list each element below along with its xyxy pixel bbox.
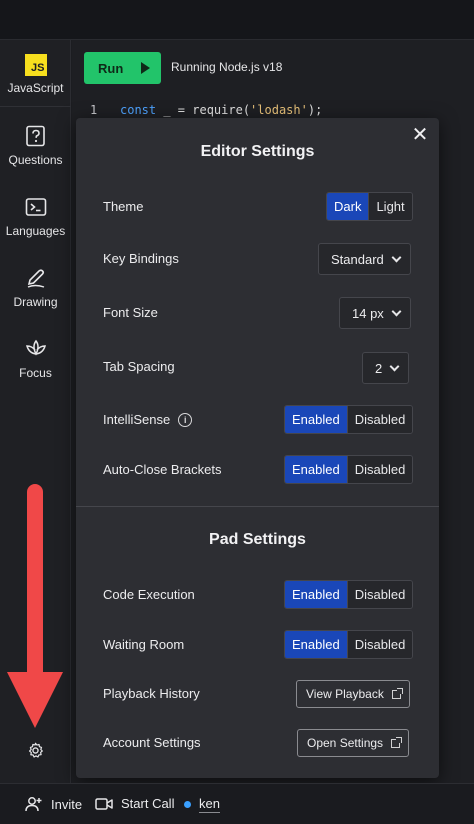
font-size-dropdown[interactable]: 14 px — [339, 297, 411, 329]
intellisense-label-row: IntelliSense i — [103, 412, 193, 427]
theme-light-option[interactable]: Light — [368, 193, 412, 220]
auto-close-toggle: Enabled Disabled — [284, 455, 414, 484]
sidebar-item-questions[interactable]: Questions — [0, 125, 71, 167]
terminal-icon — [25, 198, 46, 216]
tab-spacing-value: 2 — [375, 360, 383, 376]
start-call-button[interactable]: Start Call — [95, 796, 174, 811]
account-settings-label: Account Settings — [103, 735, 201, 750]
tab-spacing-dropdown[interactable]: 2 — [362, 352, 410, 384]
code-mid: _ = require( — [156, 103, 251, 117]
waiting-room-label: Waiting Room — [103, 637, 185, 652]
sidebar-item-label: JavaScript — [7, 81, 64, 95]
waiting-room-toggle: Enabled Disabled — [284, 630, 414, 659]
external-link-icon — [391, 736, 403, 748]
intellisense-label: IntelliSense — [103, 412, 171, 427]
sidebar-item-drawing[interactable]: Drawing — [0, 267, 71, 309]
sidebar-item-focus[interactable]: Focus — [0, 338, 71, 380]
close-icon[interactable]: ✕ — [411, 125, 429, 145]
section-divider — [76, 506, 439, 507]
auto-close-enabled-option[interactable]: Enabled — [285, 456, 347, 483]
online-status-dot — [184, 801, 191, 808]
auto-close-disabled-option[interactable]: Disabled — [346, 456, 413, 483]
gear-icon[interactable] — [27, 742, 44, 759]
chevron-down-icon — [391, 252, 402, 262]
open-settings-label: Open Settings — [307, 736, 384, 750]
current-user[interactable]: ken — [184, 796, 220, 813]
code-line[interactable]: 1 const _ = require('lodash'); — [72, 103, 474, 119]
start-call-label: Start Call — [121, 796, 175, 811]
pen-icon — [27, 269, 44, 288]
invite-label: Invite — [51, 796, 83, 812]
code-execution-label: Code Execution — [103, 587, 195, 602]
auto-close-label: Auto-Close Brackets — [103, 462, 222, 477]
key-bindings-value: Standard — [331, 251, 384, 267]
view-playback-label: View Playback — [306, 687, 384, 701]
waiting-room-enabled-option[interactable]: Enabled — [285, 631, 347, 658]
info-icon[interactable]: i — [178, 412, 193, 427]
line-number: 1 — [90, 103, 98, 117]
theme-label: Theme — [103, 199, 144, 214]
sidebar-divider — [0, 106, 71, 107]
tab-spacing-label: Tab Spacing — [103, 359, 175, 374]
intellisense-toggle: Enabled Disabled — [284, 405, 414, 434]
view-playback-button[interactable]: View Playback — [296, 680, 410, 708]
code-execution-enabled-option[interactable]: Enabled — [285, 581, 347, 608]
run-button[interactable]: Run — [84, 52, 161, 84]
key-bindings-label: Key Bindings — [103, 251, 179, 266]
invite-button[interactable]: Invite — [25, 796, 82, 812]
chevron-down-icon — [391, 306, 402, 316]
lotus-icon — [25, 339, 46, 356]
theme-toggle: Dark Light — [326, 192, 413, 221]
top-bar — [0, 0, 474, 40]
javascript-logo-icon: JS — [24, 54, 47, 76]
settings-modal: ✕ Editor Settings Theme Dark Light Key B… — [76, 118, 439, 778]
sidebar-item-label: Focus — [19, 366, 52, 380]
runtime-status: Running Node.js v18 — [171, 60, 283, 74]
code-text: const _ = require('lodash'); — [120, 103, 322, 117]
intellisense-disabled-option[interactable]: Disabled — [346, 406, 413, 433]
code-execution-disabled-option[interactable]: Disabled — [346, 581, 413, 608]
annotation-arrow-shaft — [27, 484, 43, 694]
play-icon — [141, 62, 151, 74]
question-icon — [25, 125, 45, 147]
run-button-label: Run — [98, 60, 124, 76]
code-keyword: const — [120, 103, 157, 117]
waiting-room-disabled-option[interactable]: Disabled — [346, 631, 413, 658]
editor-settings-title: Editor Settings — [200, 143, 315, 160]
key-bindings-dropdown[interactable]: Standard — [318, 243, 411, 275]
sidebar-item-label: Languages — [5, 224, 66, 238]
annotation-arrow-head — [7, 672, 63, 728]
intellisense-enabled-option[interactable]: Enabled — [285, 406, 347, 433]
user-name: ken — [199, 796, 220, 813]
font-size-value: 14 px — [352, 305, 384, 321]
video-camera-icon — [95, 797, 113, 810]
sidebar-item-label: Drawing — [13, 295, 58, 309]
font-size-label: Font Size — [103, 305, 158, 320]
playback-history-label: Playback History — [103, 686, 200, 701]
add-user-icon — [25, 797, 42, 812]
sidebar-item-label: Questions — [8, 153, 63, 167]
code-execution-toggle: Enabled Disabled — [284, 580, 414, 609]
open-settings-button[interactable]: Open Settings — [297, 729, 410, 757]
pad-settings-title: Pad Settings — [209, 531, 306, 548]
chevron-down-icon — [389, 361, 400, 371]
code-end: ); — [307, 103, 323, 117]
sidebar-item-javascript[interactable]: JS JavaScript — [0, 54, 71, 95]
sidebar-item-languages[interactable]: Languages — [0, 196, 71, 238]
code-string: 'lodash' — [250, 103, 308, 117]
bottom-bar: Invite Start Call ken — [0, 783, 474, 824]
theme-dark-option[interactable]: Dark — [327, 193, 369, 220]
external-link-icon — [391, 687, 403, 699]
